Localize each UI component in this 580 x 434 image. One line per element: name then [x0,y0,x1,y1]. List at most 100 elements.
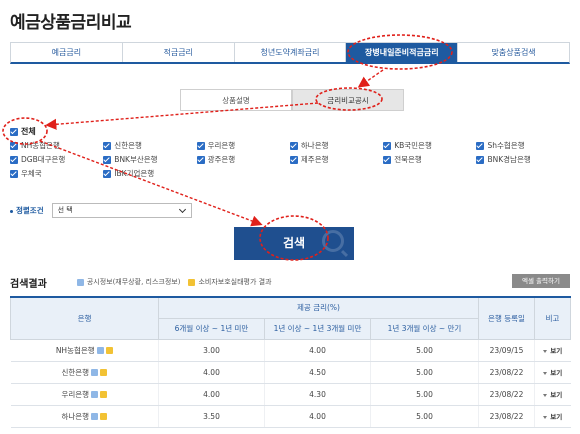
consumer-protection-icon[interactable] [100,368,108,376]
sort-condition-select[interactable]: 선 택 [51,203,192,218]
table-row: 신한은행 4.00 4.50 5.00 23/08/22 보기 [10,361,571,384]
view-link[interactable]: 보기 [543,347,562,355]
tab-custom-product-search[interactable]: 맞춤상품검색 [458,43,569,62]
all-checkbox-row[interactable]: 전체 [10,126,36,137]
checkbox-checked-icon[interactable] [196,141,205,150]
bank-name: 하나은행 [61,411,90,421]
sort-condition-row: 정렬조건 선 택 [10,203,192,218]
sort-condition-value: 선 택 [57,206,73,214]
tab-deposit-rate[interactable]: 예금금리 [11,43,123,62]
view-link-label: 보기 [550,347,563,355]
checkbox-checked-icon[interactable] [103,169,112,178]
checkbox-checked-icon[interactable] [289,141,298,150]
bank-checkbox-label: 우리은행 [207,141,236,150]
bank-checkbox-label: 광주은행 [207,155,236,164]
bank-checkbox-grid: NH농협은행 신한은행 우리은행 하나은행 KB국민은행 Sh수협은행 DGB대… [10,140,570,179]
triangle-down-icon [543,393,548,397]
legend-consumer-protection-text: 소비자보호실태평가 결과 [198,278,272,286]
checkbox-checked-icon[interactable] [10,141,18,150]
bank-checkbox-label: IBK기업은행 [114,169,155,178]
bank-checkbox-label: 하나은행 [300,141,329,150]
bank-checkbox-label: 전북은행 [394,155,422,164]
consumer-protection-icon [188,278,196,286]
checkbox-checked-icon[interactable] [10,127,18,136]
public-info-icon[interactable] [96,346,104,354]
consumer-protection-icon[interactable] [105,346,113,354]
checkbox-checked-icon[interactable] [476,141,485,150]
public-info-icon[interactable] [91,368,99,376]
bank-checkbox[interactable]: 제주은행 [289,154,383,165]
triangle-down-icon [543,415,548,419]
search-button-label: 검색 [282,236,306,250]
bank-checkbox-label: 신한은행 [114,141,142,150]
view-link[interactable]: 보기 [543,369,562,377]
checkbox-checked-icon[interactable] [103,155,112,164]
legend-consumer-protection: 소비자보호실태평가 결과 [188,277,272,287]
bank-checkbox[interactable]: Sh수협은행 [476,140,569,151]
view-cell: 보기 [534,383,571,406]
rate-cell: 4.50 [264,361,371,384]
checkbox-checked-icon[interactable] [196,155,205,164]
public-info-icon[interactable] [91,412,99,420]
checkbox-checked-icon[interactable] [10,155,18,164]
view-link[interactable]: 보기 [543,391,562,399]
sort-condition-label: 정렬조건 [10,205,44,216]
table-row: NH농협은행 3.00 4.00 5.00 23/09/15 보기 [10,339,571,362]
bank-checkbox[interactable]: IBK기업은행 [103,168,196,179]
bank-checkbox[interactable]: NH농협은행 [10,140,103,151]
rate-cell: 5.00 [370,383,479,406]
consumer-protection-icon[interactable] [100,390,108,398]
tab-soldier-savings-rate[interactable]: 장병내일준비적금금리 [346,43,459,62]
subtab-rate-comparison[interactable]: 금리비교공시 [292,89,404,111]
checkbox-checked-icon[interactable] [10,169,18,178]
results-table: 은행 제공 금리(%) 은행 등록일 비고 6개월 이상 ~ 1년 미만 1년 … [10,296,571,428]
bank-checkbox[interactable]: KB국민은행 [383,140,476,151]
rate-cell: 4.00 [264,405,371,428]
bank-checkbox[interactable]: 하나은행 [289,140,383,151]
bank-checkbox-label: BNK경남은행 [487,155,531,164]
bank-checkbox[interactable]: DGB대구은행 [10,154,103,165]
bank-name-cell: NH농협은행 [10,339,159,362]
bank-checkbox[interactable]: 우리은행 [196,140,290,151]
column-header-period-2: 1년 이상 ~ 1년 3개월 미만 [264,317,371,340]
rate-cell: 4.00 [264,339,371,362]
bank-checkbox[interactable]: 우체국 [10,168,103,179]
excel-export-button[interactable]: 엑셀 출력하기 [512,274,570,288]
tab-youth-account-rate[interactable]: 청년도약계좌금리 [234,43,347,62]
column-header-rate-group: 제공 금리(%) [158,296,479,319]
date-cell: 23/09/15 [478,339,535,362]
legend-public-info-text: 공시정보(재무상황, 리스크정보) [86,278,181,286]
view-cell: 보기 [534,405,571,428]
tab-savings-rate[interactable]: 적금금리 [122,43,235,62]
sub-tabs: 상품설명 금리비교공시 [180,89,404,111]
consumer-protection-icon[interactable] [100,412,108,420]
public-info-icon[interactable] [91,390,99,398]
bank-checkbox[interactable]: BNK부산은행 [103,154,196,165]
view-link[interactable]: 보기 [543,413,562,421]
results-header: 검색결과 공시정보(재무상황, 리스크정보) 소비자보호실태평가 결과 엑셀 출… [10,274,570,290]
bank-checkbox-label: BNK부산은행 [114,155,158,164]
rate-cell: 5.00 [370,405,479,428]
bank-checkbox[interactable]: 전북은행 [383,154,476,165]
bank-checkbox[interactable]: 신한은행 [103,140,196,151]
subtab-product-description[interactable]: 상품설명 [180,89,292,111]
view-link-label: 보기 [550,369,563,377]
chevron-down-icon [178,205,186,214]
search-button[interactable]: 검색 [234,227,354,260]
checkbox-checked-icon[interactable] [289,155,298,164]
results-title: 검색결과 [10,278,47,290]
column-header-period-3: 1년 3개월 이상 ~ 만기 [370,317,479,340]
checkbox-checked-icon[interactable] [476,155,485,164]
bank-name-cell: 신한은행 [10,361,159,384]
bank-checkbox[interactable]: 광주은행 [196,154,290,165]
bank-name-cell: 하나은행 [10,405,159,428]
column-header-bank: 은행 [10,296,159,340]
bank-checkbox[interactable]: BNK경남은행 [476,154,569,165]
checkbox-checked-icon[interactable] [383,141,392,150]
column-header-period-1: 6개월 이상 ~ 1년 미만 [158,317,265,340]
bank-name: NH농협은행 [55,345,95,355]
bank-checkbox-label: 우체국 [21,169,42,178]
checkbox-checked-icon[interactable] [103,141,112,150]
checkbox-checked-icon[interactable] [383,155,392,164]
view-cell: 보기 [534,361,571,384]
